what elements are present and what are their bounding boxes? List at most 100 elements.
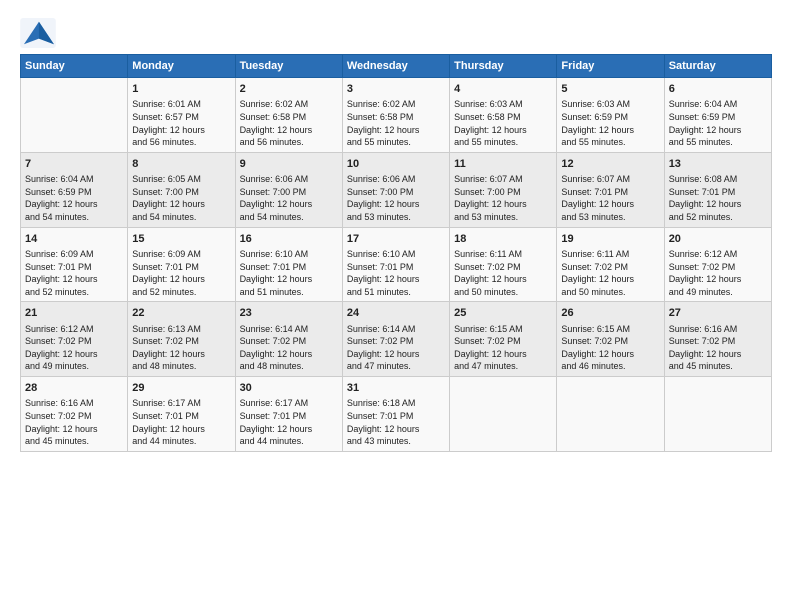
- day-number: 15: [132, 232, 230, 247]
- cell-week4-day3: 23 Sunrise: 6:14 AM Sunset: 7:02 PM Dayli…: [235, 302, 342, 377]
- cell-week2-day2: 8Sunrise: 6:05 AM Sunset: 7:00 PM Daylig…: [128, 152, 235, 227]
- cell-week5-day1: 28Sunrise: 6:16 AM Sunset: 7:02 PM Dayli…: [21, 377, 128, 452]
- cell-week1-day5: 4Sunrise: 6:03 AM Sunset: 6:58 PM Daylig…: [450, 78, 557, 153]
- day-info: Sunrise: 6:14 AM Sunset: 7:02 PM Dayligh…: [347, 323, 445, 373]
- day-number: 4: [454, 82, 552, 97]
- day-number: 16: [240, 232, 338, 247]
- cell-week2-day6: 12Sunrise: 6:07 AM Sunset: 7:01 PM Dayli…: [557, 152, 664, 227]
- cell-week5-day4: 31Sunrise: 6:18 AM Sunset: 7:01 PM Dayli…: [342, 377, 449, 452]
- day-info: Sunrise: 6:02 AM Sunset: 6:58 PM Dayligh…: [240, 98, 338, 148]
- cell-week3-day6: 19Sunrise: 6:11 AM Sunset: 7:02 PM Dayli…: [557, 227, 664, 302]
- day-number: 1: [132, 82, 230, 97]
- day-info: Sunrise: 6:18 AM Sunset: 7:01 PM Dayligh…: [347, 397, 445, 447]
- day-number: 25: [454, 306, 552, 321]
- day-number: 13: [669, 157, 767, 172]
- day-info: Sunrise: 6:12 AM Sunset: 7:02 PM Dayligh…: [25, 323, 123, 373]
- day-info: Sunrise: 6:17 AM Sunset: 7:01 PM Dayligh…: [132, 397, 230, 447]
- week-row-5: 28Sunrise: 6:16 AM Sunset: 7:02 PM Dayli…: [21, 377, 772, 452]
- day-number: 22: [132, 306, 230, 321]
- week-row-4: 21 Sunrise: 6:12 AM Sunset: 7:02 PM Dayli…: [21, 302, 772, 377]
- header-row: SundayMondayTuesdayWednesdayThursdayFrid…: [21, 55, 772, 78]
- day-number: 21: [25, 306, 123, 321]
- col-header-friday: Friday: [557, 55, 664, 78]
- cell-week4-day6: 26 Sunrise: 6:15 AM Sunset: 7:02 PM Dayli…: [557, 302, 664, 377]
- col-header-wednesday: Wednesday: [342, 55, 449, 78]
- cell-week3-day5: 18Sunrise: 6:11 AM Sunset: 7:02 PM Dayli…: [450, 227, 557, 302]
- day-info: Sunrise: 6:14 AM Sunset: 7:02 PM Dayligh…: [240, 323, 338, 373]
- day-number: 7: [25, 157, 123, 172]
- cell-week2-day3: 9Sunrise: 6:06 AM Sunset: 7:00 PM Daylig…: [235, 152, 342, 227]
- day-number: 8: [132, 157, 230, 172]
- day-info: Sunrise: 6:03 AM Sunset: 6:59 PM Dayligh…: [561, 98, 659, 148]
- col-header-thursday: Thursday: [450, 55, 557, 78]
- cell-week3-day4: 17Sunrise: 6:10 AM Sunset: 7:01 PM Dayli…: [342, 227, 449, 302]
- page: SundayMondayTuesdayWednesdayThursdayFrid…: [0, 0, 792, 462]
- cell-week2-day5: 11Sunrise: 6:07 AM Sunset: 7:00 PM Dayli…: [450, 152, 557, 227]
- day-number: 29: [132, 381, 230, 396]
- cell-week5-day2: 29Sunrise: 6:17 AM Sunset: 7:01 PM Dayli…: [128, 377, 235, 452]
- day-info: Sunrise: 6:02 AM Sunset: 6:58 PM Dayligh…: [347, 98, 445, 148]
- day-info: Sunrise: 6:10 AM Sunset: 7:01 PM Dayligh…: [347, 248, 445, 298]
- cell-week2-day7: 13Sunrise: 6:08 AM Sunset: 7:01 PM Dayli…: [664, 152, 771, 227]
- header: [20, 18, 772, 48]
- day-info: Sunrise: 6:01 AM Sunset: 6:57 PM Dayligh…: [132, 98, 230, 148]
- day-info: Sunrise: 6:09 AM Sunset: 7:01 PM Dayligh…: [25, 248, 123, 298]
- day-number: 3: [347, 82, 445, 97]
- cell-week2-day4: 10Sunrise: 6:06 AM Sunset: 7:00 PM Dayli…: [342, 152, 449, 227]
- day-number: 18: [454, 232, 552, 247]
- logo-icon: [20, 18, 56, 48]
- logo: [20, 18, 58, 48]
- day-info: Sunrise: 6:13 AM Sunset: 7:02 PM Dayligh…: [132, 323, 230, 373]
- cell-week1-day7: 6Sunrise: 6:04 AM Sunset: 6:59 PM Daylig…: [664, 78, 771, 153]
- day-number: 14: [25, 232, 123, 247]
- day-info: Sunrise: 6:16 AM Sunset: 7:02 PM Dayligh…: [25, 397, 123, 447]
- day-info: Sunrise: 6:08 AM Sunset: 7:01 PM Dayligh…: [669, 173, 767, 223]
- day-number: 28: [25, 381, 123, 396]
- day-number: 26: [561, 306, 659, 321]
- cell-week4-day1: 21 Sunrise: 6:12 AM Sunset: 7:02 PM Dayli…: [21, 302, 128, 377]
- col-header-tuesday: Tuesday: [235, 55, 342, 78]
- cell-week1-day2: 1Sunrise: 6:01 AM Sunset: 6:57 PM Daylig…: [128, 78, 235, 153]
- day-info: Sunrise: 6:07 AM Sunset: 7:00 PM Dayligh…: [454, 173, 552, 223]
- col-header-sunday: Sunday: [21, 55, 128, 78]
- week-row-2: 7Sunrise: 6:04 AM Sunset: 6:59 PM Daylig…: [21, 152, 772, 227]
- day-number: 31: [347, 381, 445, 396]
- day-number: 23: [240, 306, 338, 321]
- week-row-1: 1Sunrise: 6:01 AM Sunset: 6:57 PM Daylig…: [21, 78, 772, 153]
- cell-week5-day6: [557, 377, 664, 452]
- cell-week1-day6: 5Sunrise: 6:03 AM Sunset: 6:59 PM Daylig…: [557, 78, 664, 153]
- day-info: Sunrise: 6:12 AM Sunset: 7:02 PM Dayligh…: [669, 248, 767, 298]
- day-number: 11: [454, 157, 552, 172]
- day-number: 5: [561, 82, 659, 97]
- day-info: Sunrise: 6:15 AM Sunset: 7:02 PM Dayligh…: [561, 323, 659, 373]
- cell-week5-day3: 30Sunrise: 6:17 AM Sunset: 7:01 PM Dayli…: [235, 377, 342, 452]
- cell-week3-day2: 15Sunrise: 6:09 AM Sunset: 7:01 PM Dayli…: [128, 227, 235, 302]
- day-info: Sunrise: 6:04 AM Sunset: 6:59 PM Dayligh…: [25, 173, 123, 223]
- cell-week4-day5: 25 Sunrise: 6:15 AM Sunset: 7:02 PM Dayli…: [450, 302, 557, 377]
- day-number: 27: [669, 306, 767, 321]
- cell-week5-day7: [664, 377, 771, 452]
- day-info: Sunrise: 6:16 AM Sunset: 7:02 PM Dayligh…: [669, 323, 767, 373]
- cell-week1-day1: [21, 78, 128, 153]
- day-number: 2: [240, 82, 338, 97]
- day-info: Sunrise: 6:05 AM Sunset: 7:00 PM Dayligh…: [132, 173, 230, 223]
- day-number: 20: [669, 232, 767, 247]
- cell-week3-day7: 20Sunrise: 6:12 AM Sunset: 7:02 PM Dayli…: [664, 227, 771, 302]
- day-info: Sunrise: 6:15 AM Sunset: 7:02 PM Dayligh…: [454, 323, 552, 373]
- day-number: 30: [240, 381, 338, 396]
- week-row-3: 14Sunrise: 6:09 AM Sunset: 7:01 PM Dayli…: [21, 227, 772, 302]
- day-number: 12: [561, 157, 659, 172]
- calendar-table: SundayMondayTuesdayWednesdayThursdayFrid…: [20, 54, 772, 452]
- day-info: Sunrise: 6:09 AM Sunset: 7:01 PM Dayligh…: [132, 248, 230, 298]
- day-info: Sunrise: 6:11 AM Sunset: 7:02 PM Dayligh…: [454, 248, 552, 298]
- cell-week3-day3: 16Sunrise: 6:10 AM Sunset: 7:01 PM Dayli…: [235, 227, 342, 302]
- day-info: Sunrise: 6:17 AM Sunset: 7:01 PM Dayligh…: [240, 397, 338, 447]
- col-header-saturday: Saturday: [664, 55, 771, 78]
- cell-week4-day4: 24Sunrise: 6:14 AM Sunset: 7:02 PM Dayli…: [342, 302, 449, 377]
- day-info: Sunrise: 6:06 AM Sunset: 7:00 PM Dayligh…: [347, 173, 445, 223]
- day-info: Sunrise: 6:06 AM Sunset: 7:00 PM Dayligh…: [240, 173, 338, 223]
- cell-week4-day7: 27 Sunrise: 6:16 AM Sunset: 7:02 PM Dayli…: [664, 302, 771, 377]
- day-info: Sunrise: 6:11 AM Sunset: 7:02 PM Dayligh…: [561, 248, 659, 298]
- day-number: 9: [240, 157, 338, 172]
- cell-week4-day2: 22 Sunrise: 6:13 AM Sunset: 7:02 PM Dayli…: [128, 302, 235, 377]
